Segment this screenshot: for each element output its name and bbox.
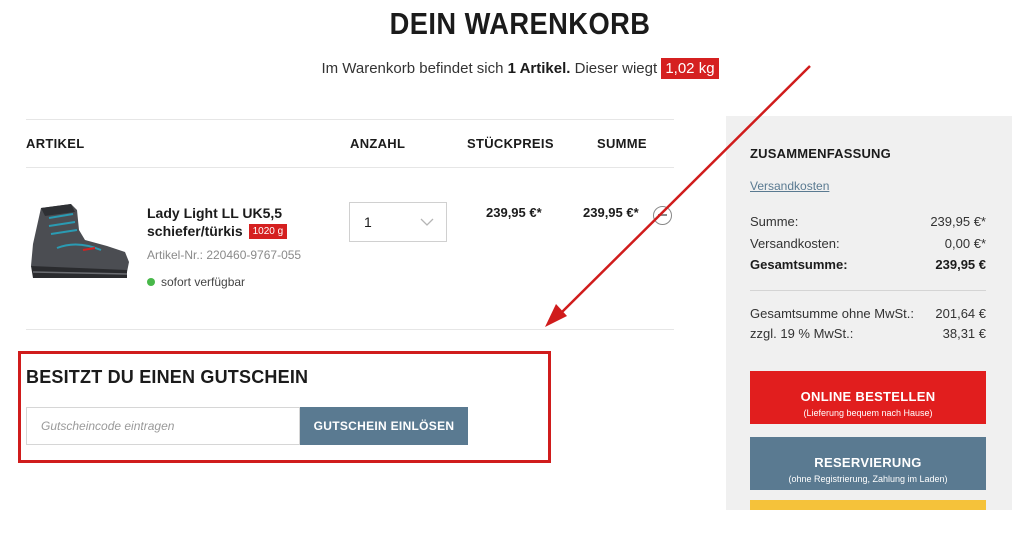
cart-weight-info: Im Warenkorb befindet sich 1 Artikel. Di…: [0, 58, 1024, 79]
reservation-sublabel: (ohne Registrierung, Zahlung im Laden): [788, 473, 948, 484]
summary-value: 239,95 €: [935, 257, 986, 272]
product-weight-badge: 1020 g: [248, 224, 288, 239]
availability-label: sofort verfügbar: [161, 275, 246, 289]
reservation-label: RESERVIERUNG: [814, 454, 922, 470]
cart-info-prefix: Im Warenkorb befindet sich: [321, 60, 504, 77]
boot-image[interactable]: [27, 200, 133, 282]
coupon-title: BESITZT DU EINEN GUTSCHEIN: [26, 367, 309, 387]
summary-label: Gesamtsumme:: [750, 257, 848, 272]
shipping-costs-link[interactable]: Versandkosten: [750, 179, 829, 193]
item-row-divider: [26, 329, 674, 330]
quantity-value: 1: [364, 214, 372, 230]
order-online-label: ONLINE BESTELLEN: [800, 388, 936, 404]
column-header-total: SUMME: [597, 136, 647, 151]
summary-row-grand-total: Gesamtsumme: 239,95 €: [750, 257, 986, 272]
summary-divider: [750, 290, 986, 291]
redeem-coupon-button[interactable]: GUTSCHEIN EINLÖSEN: [300, 407, 468, 445]
quantity-select[interactable]: 1: [349, 202, 447, 242]
summary-label: Versandkosten:: [750, 236, 840, 251]
summary-label: Summe:: [750, 214, 799, 229]
product-variant-line: schiefer/türkis 1020 g: [147, 222, 288, 241]
summary-row-vat: zzgl. 19 % MwSt.: 38,31 €: [750, 326, 986, 341]
coupon-code-input[interactable]: [26, 407, 300, 445]
order-online-sublabel: (Lieferung bequem nach Hause): [803, 407, 933, 418]
cart-weight-badge: 1,02 kg: [661, 58, 719, 79]
summary-value: 201,64 €: [935, 306, 986, 321]
summary-value: 239,95 €*: [930, 214, 986, 229]
express-checkout-button[interactable]: [750, 500, 986, 510]
table-top-divider: [26, 119, 674, 120]
summary-title: ZUSAMMENFASSUNG: [750, 146, 891, 161]
summary-value: 0,00 €*: [944, 236, 986, 251]
summary-label: Gesamtsumme ohne MwSt.:: [750, 306, 914, 321]
column-header-quantity: ANZAHL: [350, 136, 406, 151]
reservation-button[interactable]: RESERVIERUNG (ohne Registrierung, Zahlun…: [750, 437, 986, 490]
product-article-number: Artikel-Nr.: 220460-9767-055: [147, 248, 302, 262]
availability-dot-icon: [147, 278, 155, 286]
summary-row-shipping: Versandkosten: 0,00 €*: [750, 236, 986, 251]
column-header-unit-price: STÜCKPREIS: [467, 136, 554, 151]
page-title: DEIN WARENKORB: [389, 6, 651, 41]
summary-label: zzgl. 19 % MwSt.:: [750, 326, 854, 341]
summary-row-subtotal: Summe: 239,95 €*: [750, 214, 986, 229]
cart-item-count: 1 Artikel.: [507, 60, 571, 77]
column-header-article: ARTIKEL: [26, 136, 85, 151]
availability-status: sofort verfügbar: [147, 275, 245, 289]
line-total: 239,95 €*: [583, 205, 639, 220]
cart-info-suffix: Dieser wiegt: [574, 60, 658, 77]
chevron-down-icon: [420, 218, 434, 226]
product-variant: schiefer/türkis: [147, 223, 243, 239]
table-header-divider: [26, 167, 674, 168]
remove-circle-icon[interactable]: [653, 206, 672, 225]
summary-value: 38,31 €: [942, 326, 986, 341]
summary-row-net-total: Gesamtsumme ohne MwSt.: 201,64 €: [750, 306, 986, 321]
product-name[interactable]: Lady Light LL UK5,5: [147, 204, 282, 223]
order-online-button[interactable]: ONLINE BESTELLEN (Lieferung bequem nach …: [750, 371, 986, 424]
unit-price: 239,95 €*: [486, 205, 542, 220]
